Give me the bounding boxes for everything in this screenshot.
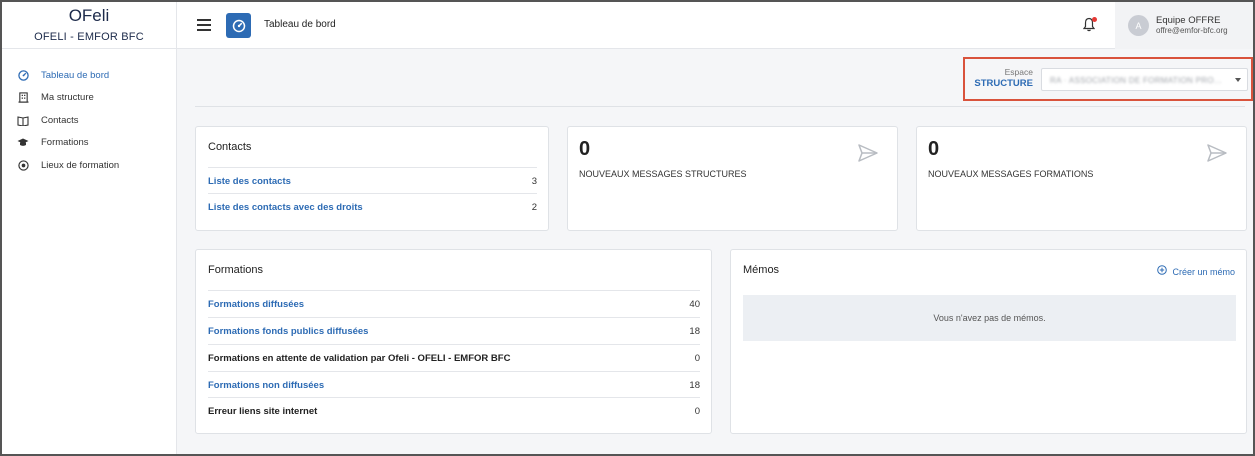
user-name: Equipe OFFRE	[1156, 15, 1221, 26]
formations-diffusees-link[interactable]: Formations diffusées	[208, 299, 304, 310]
user-info: Equipe OFFRE offre@emfor-bfc.org	[1156, 15, 1228, 36]
list-item: Erreur liens site internet 0	[208, 397, 700, 424]
structure-select[interactable]: RA · ASSOCIATION DE FORMATION PRO…	[1041, 68, 1248, 91]
brand-block: OFeli OFELI - EMFOR BFC	[2, 2, 176, 49]
sidebar-item-label: Tableau de bord	[41, 69, 110, 81]
page-title: Tableau de bord	[264, 19, 336, 30]
location-target-icon	[17, 159, 29, 171]
sidebar-item-tableau-de-bord[interactable]: Tableau de bord	[2, 64, 176, 87]
create-memo-label: Créer un mémo	[1172, 266, 1235, 277]
formations-card-title: Formations	[208, 264, 264, 276]
brand-title: OFeli	[68, 6, 110, 25]
formations-non-diffusees-link[interactable]: Formations non diffusées	[208, 380, 324, 391]
formations-non-diffusees-count: 18	[689, 379, 700, 391]
app-window: OFeli OFELI - EMFOR BFC Tableau de bord …	[0, 0, 1255, 456]
formations-fonds-publics-link[interactable]: Formations fonds publics diffusées	[208, 326, 368, 337]
sidebar-item-label: Formations	[41, 137, 89, 149]
send-icon	[1206, 143, 1228, 163]
user-email: offre@emfor-bfc.org	[1156, 26, 1228, 35]
messages-structures-label: NOUVEAUX MESSAGES STRUCTURES	[579, 169, 747, 179]
notification-dot	[1092, 17, 1097, 22]
messages-formations-count: 0	[928, 138, 940, 160]
create-memo-button[interactable]: Créer un mémo	[1157, 265, 1235, 278]
sidebar: OFeli OFELI - EMFOR BFC Tableau de bord …	[2, 2, 177, 454]
formations-en-attente-label: Formations en attente de validation par …	[208, 352, 511, 364]
espace-labels: Espace STRUCTURE	[973, 67, 1033, 90]
contacts-with-rights-count: 2	[531, 201, 537, 213]
sidebar-item-label: Ma structure	[41, 92, 94, 104]
avatar: A	[1128, 15, 1149, 36]
messages-formations-card[interactable]: 0 NOUVEAUX MESSAGES FORMATIONS	[916, 126, 1247, 231]
notification-bell-icon[interactable]	[1082, 17, 1097, 33]
sidebar-item-contacts[interactable]: Contacts	[2, 109, 176, 132]
sidebar-item-ma-structure[interactable]: Ma structure	[2, 87, 176, 110]
contacts-book-icon	[17, 114, 29, 126]
contacts-list-link[interactable]: Liste des contacts	[208, 176, 291, 187]
espace-selector-panel: Espace STRUCTURE RA · ASSOCIATION DE FOR…	[963, 57, 1253, 101]
list-item: Formations fonds publics diffusées 18	[208, 317, 700, 344]
memos-empty-state: Vous n'avez pas de mémos.	[743, 295, 1236, 341]
dashboard-badge-icon	[226, 13, 251, 38]
sidebar-item-formations[interactable]: Formations	[2, 132, 176, 155]
structure-select-redacted-value: RA · ASSOCIATION DE FORMATION PRO…	[1050, 76, 1223, 85]
hamburger-menu-icon[interactable]	[197, 19, 211, 31]
list-item: Liste des contacts avec des droits 2	[208, 193, 537, 220]
sidebar-nav: Tableau de bord Ma structure Contacts Fo…	[2, 49, 176, 177]
dashboard-icon	[17, 69, 29, 81]
brand-subtitle: OFELI - EMFOR BFC	[34, 31, 144, 43]
memos-empty-text: Vous n'avez pas de mémos.	[933, 313, 1046, 323]
formations-en-attente-count: 0	[694, 352, 700, 364]
formations-fonds-publics-count: 18	[689, 325, 700, 337]
list-item: Liste des contacts 3	[208, 167, 537, 194]
memos-card-title: Mémos	[743, 264, 780, 276]
list-item: Formations non diffusées 18	[208, 371, 700, 398]
espace-value: STRUCTURE	[974, 78, 1033, 89]
building-icon	[17, 92, 29, 104]
contacts-with-rights-link[interactable]: Liste des contacts avec des droits	[208, 202, 363, 213]
erreur-liens-count: 0	[694, 405, 700, 417]
list-item: Formations en attente de validation par …	[208, 344, 700, 371]
send-icon	[857, 143, 879, 163]
messages-structures-card[interactable]: 0 NOUVEAUX MESSAGES STRUCTURES	[567, 126, 898, 231]
espace-label: Espace	[1004, 67, 1033, 77]
sidebar-item-label: Contacts	[41, 114, 79, 126]
formations-diffusees-count: 40	[689, 298, 700, 310]
erreur-liens-label: Erreur liens site internet	[208, 405, 318, 417]
messages-formations-label: NOUVEAUX MESSAGES FORMATIONS	[928, 169, 1094, 179]
divider	[195, 106, 1245, 107]
contacts-card: Contacts Liste des contacts 3 Liste des …	[195, 126, 549, 231]
memos-card: Mémos Créer un mémo Vous n'avez pas de m…	[730, 249, 1247, 434]
contacts-card-title: Contacts	[208, 141, 252, 153]
top-header: Tableau de bord A Equipe OFFRE offre@emf…	[177, 2, 1253, 49]
sidebar-item-lieux-de-formation[interactable]: Lieux de formation	[2, 154, 176, 177]
sidebar-item-label: Lieux de formation	[41, 159, 120, 171]
list-item: Formations diffusées 40	[208, 290, 700, 317]
messages-structures-count: 0	[579, 138, 591, 160]
graduation-cap-icon	[17, 137, 29, 149]
formations-card: Formations Formations diffusées 40 Forma…	[195, 249, 712, 434]
user-menu[interactable]: A Equipe OFFRE offre@emfor-bfc.org	[1115, 2, 1253, 49]
plus-circle-icon	[1157, 265, 1168, 278]
contacts-count: 3	[531, 175, 537, 187]
chevron-down-icon	[1235, 78, 1241, 82]
